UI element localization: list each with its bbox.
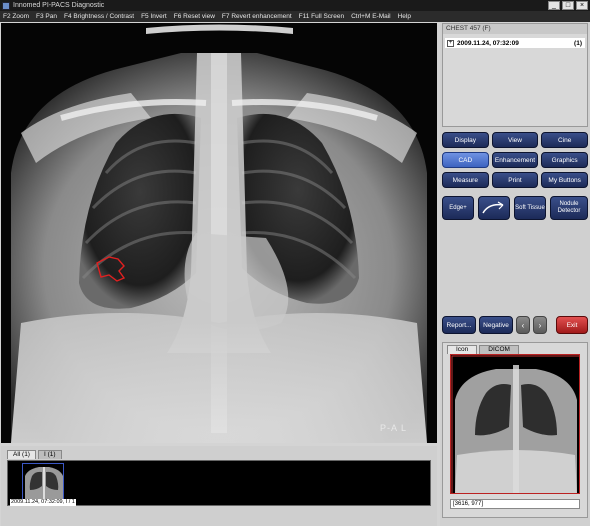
series-thumbnail-image <box>23 464 63 499</box>
menu-revert-enhancement[interactable]: F7 Revert enhancement <box>222 13 292 20</box>
menu-invert[interactable]: F5 Invert <box>141 13 167 20</box>
close-button[interactable]: × <box>576 1 588 10</box>
menu-full-screen[interactable]: F11 Full Screen <box>299 13 344 20</box>
previous-button[interactable]: ‹ <box>516 316 530 334</box>
control-panel: CHEST 457 (F) + 2009.11.24, 07:32:09 (1)… <box>440 23 590 526</box>
menu-brightness-contrast[interactable]: F4 Brightness / Contrast <box>64 13 134 20</box>
enhancement-button[interactable]: Enhancement <box>491 152 539 168</box>
title-bar: Innomed PI-PACS Diagnostic _ □ × <box>0 0 590 11</box>
series-panel: All (1) I (1) 2009.11.24, 07:32:09, I / … <box>1 446 437 526</box>
preview-xray-image <box>451 355 579 493</box>
tab-dicom[interactable]: DICOM <box>479 345 519 354</box>
expand-icon[interactable]: + <box>447 39 454 47</box>
study-datetime: 2009.11.24, 07:32:09 <box>457 39 519 47</box>
next-button[interactable]: › <box>533 316 547 334</box>
print-button[interactable]: Print <box>491 172 539 188</box>
chest-xray-image <box>1 23 437 443</box>
view-button[interactable]: View <box>491 132 539 148</box>
action-buttons: Report... Negative ‹ › Exit <box>442 315 588 335</box>
menu-reset-view[interactable]: F6 Reset view <box>174 13 215 20</box>
cursor-coordinates: [3616, 977] <box>450 499 580 509</box>
negative-button[interactable]: Negative <box>479 316 513 334</box>
graphics-button[interactable]: Graphics <box>541 152 588 168</box>
menu-help[interactable]: Help <box>398 13 411 20</box>
thumbnail-strip: 2009.11.24, 07:32:09, I / 1 <box>7 460 431 506</box>
menu-bar: F2 Zoom F3 Pan F4 Brightness / Contrast … <box>0 11 590 22</box>
exit-button[interactable]: Exit <box>556 316 588 334</box>
report-button[interactable]: Report... <box>442 316 476 334</box>
preview-panel: Icon DICOM [3616, 977] <box>442 342 588 518</box>
cad-button[interactable]: CAD <box>442 152 489 168</box>
study-row[interactable]: + 2009.11.24, 07:32:09 (1) <box>445 38 585 48</box>
maximize-button[interactable]: □ <box>562 1 574 10</box>
menu-email[interactable]: Ctrl+M E-Mail <box>351 13 391 20</box>
orientation-label: P-A L <box>379 423 407 433</box>
cad-tools: Edge+ Soft Tissue Nodule Detector <box>442 196 588 220</box>
edge-plus-button[interactable]: Edge+ <box>442 196 474 220</box>
menu-pan[interactable]: F3 Pan <box>36 13 57 20</box>
window-controls: _ □ × <box>548 1 588 10</box>
minimize-button[interactable]: _ <box>548 1 560 10</box>
nodule-detector-button[interactable]: Nodule Detector <box>550 196 588 220</box>
series-thumbnail[interactable] <box>22 463 64 500</box>
curve-arrow-icon <box>482 201 504 214</box>
image-viewer[interactable]: P-A L <box>1 23 437 443</box>
series-thumbnail-caption: 2009.11.24, 07:32:09, I / 1 <box>10 499 76 506</box>
measure-button[interactable]: Measure <box>442 172 489 188</box>
soft-tissue-button[interactable]: Soft Tissue <box>514 196 546 220</box>
curve-button[interactable] <box>478 196 510 220</box>
series-tabs: All (1) I (1) <box>7 450 62 459</box>
menu-zoom[interactable]: F2 Zoom <box>3 13 29 20</box>
function-buttons: Display View Cine CAD Enhancement Graphi… <box>442 132 588 188</box>
study-count: (1) <box>574 39 582 47</box>
study-list: CHEST 457 (F) + 2009.11.24, 07:32:09 (1) <box>442 23 588 127</box>
preview-tabs: Icon DICOM <box>447 345 519 354</box>
display-button[interactable]: Display <box>442 132 489 148</box>
study-header: CHEST 457 (F) <box>443 24 587 34</box>
tab-series-i[interactable]: I (1) <box>37 450 62 459</box>
cine-button[interactable]: Cine <box>541 132 588 148</box>
preview-thumbnail[interactable] <box>450 354 580 494</box>
tab-icon[interactable]: Icon <box>447 345 478 354</box>
app-icon <box>2 1 10 10</box>
tab-all[interactable]: All (1) <box>7 450 36 459</box>
window-title: Innomed PI-PACS Diagnostic <box>13 2 105 9</box>
my-buttons-button[interactable]: My Buttons <box>541 172 588 188</box>
